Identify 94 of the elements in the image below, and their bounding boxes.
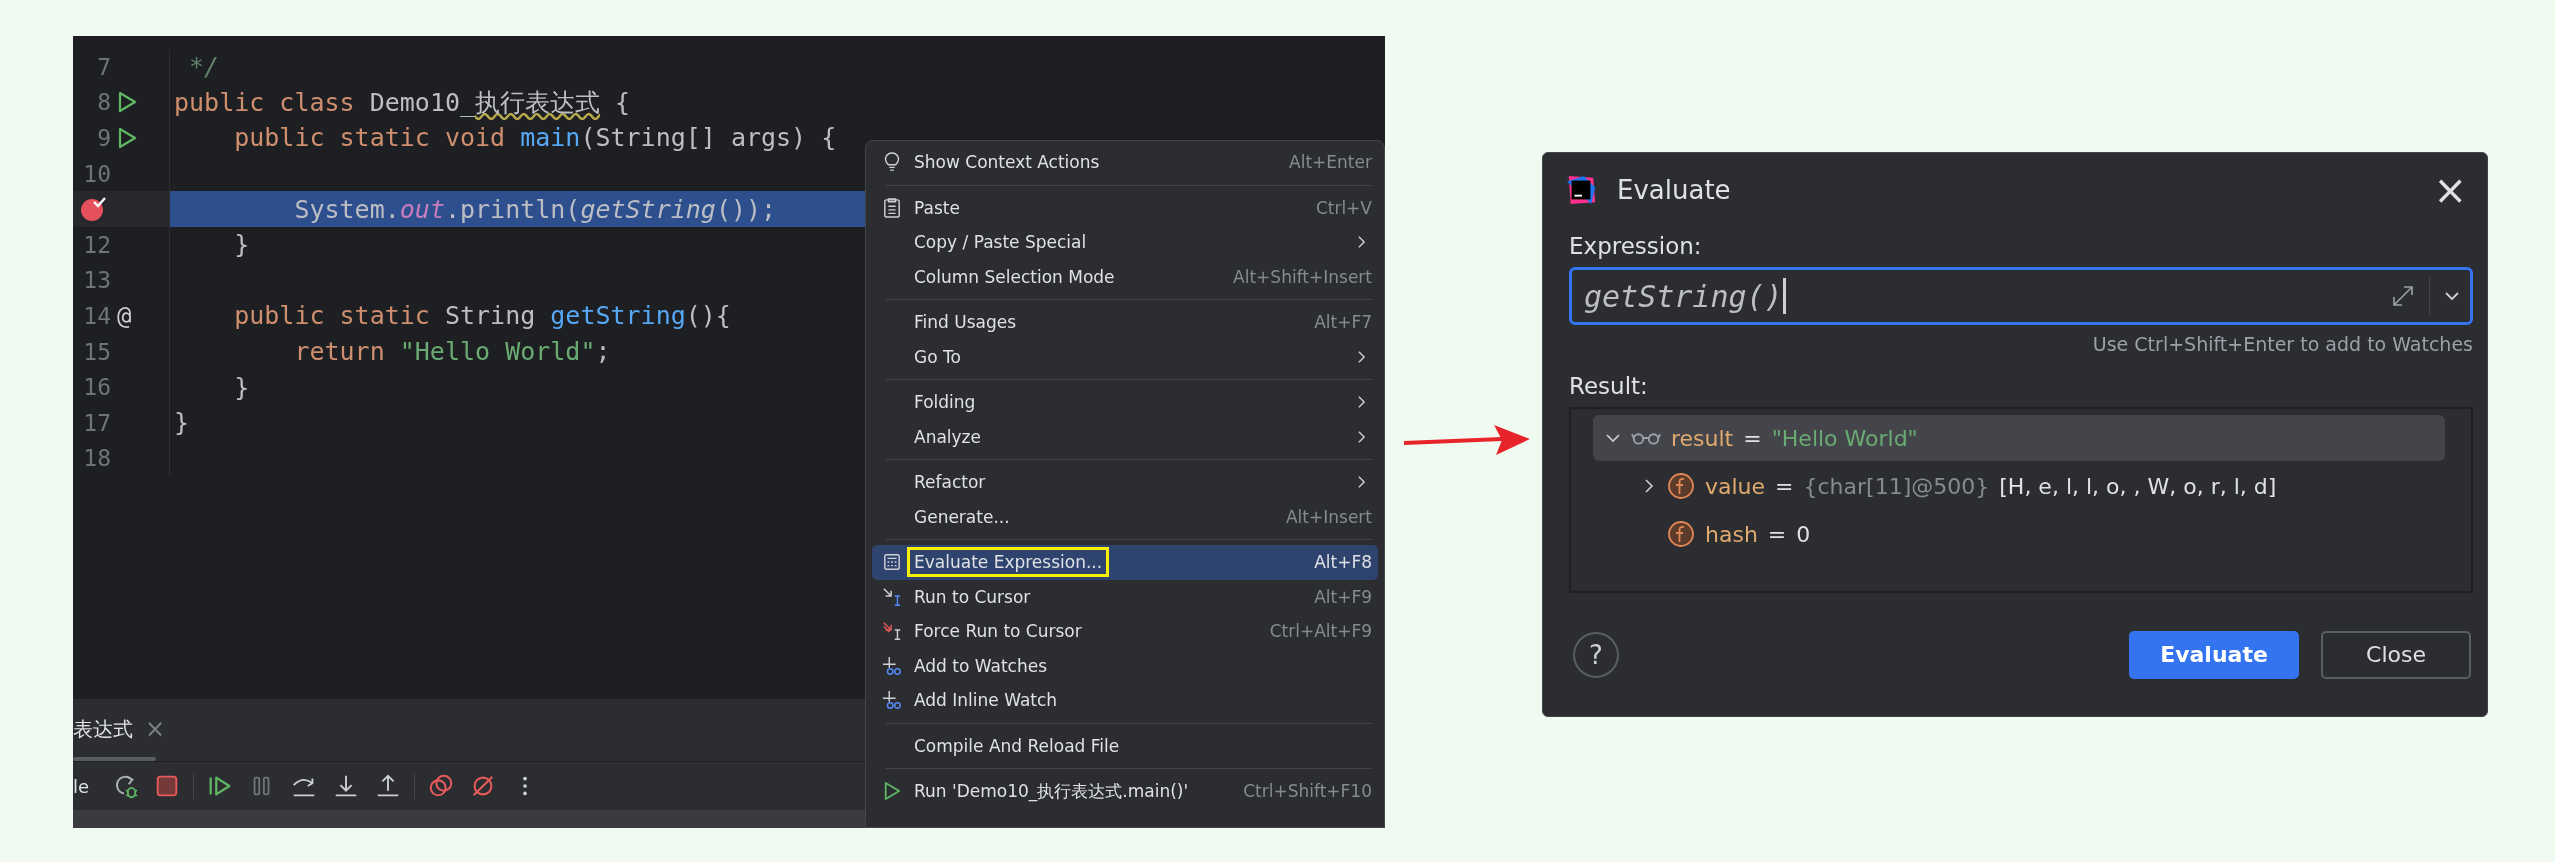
line-number: 15 <box>82 338 111 365</box>
line-number: 8 <box>96 89 111 116</box>
calculator-icon <box>883 553 901 572</box>
menu-item[interactable]: Add Inline Watch <box>872 683 1378 718</box>
menu-item[interactable]: Generate... Alt+Insert <box>872 499 1378 534</box>
code-text: Demo10_ <box>368 87 476 117</box>
line-number: 7 <box>96 53 111 80</box>
menu-item[interactable]: Refactor <box>872 465 1378 500</box>
line-number: 10 <box>82 160 111 187</box>
menu-item[interactable]: Run 'Demo10_执行表达式.main()' Ctrl+Shift+F10 <box>872 774 1378 809</box>
tree-row[interactable]: hash = 0 <box>1593 511 2445 557</box>
override-marker[interactable]: @ <box>117 301 132 330</box>
close-button[interactable]: × <box>2433 170 2467 210</box>
code-keyword: class <box>278 87 355 117</box>
variable-name: value <box>1705 473 1766 499</box>
help-button[interactable]: ? <box>1573 631 1619 678</box>
tree-row[interactable]: value = {char[11]@500} [H, e, l, l, o, , W, o, r, l, d] <box>1593 463 2445 509</box>
variable-value: [H, e, l, l, o, , W, o, r, l, d] <box>1999 473 2277 499</box>
equals-sign: = <box>1767 521 1787 547</box>
add-watch-icon <box>882 655 902 676</box>
equals-sign: = <box>1775 473 1794 499</box>
clipboard-icon <box>883 196 901 219</box>
type-hint: {char[11]@500} <box>1803 473 1990 499</box>
code-text: (String[] args) { <box>580 123 837 153</box>
code-text: } <box>174 408 190 438</box>
variable-name: result <box>1671 425 1734 451</box>
code-text: String <box>443 301 537 331</box>
line-number: 12 <box>82 231 111 258</box>
code-comment: */ <box>188 52 220 82</box>
run-icon[interactable] <box>117 91 137 114</box>
dialog-title: Evaluate <box>1617 175 1732 205</box>
code-text: { <box>614 87 631 117</box>
variable-value: "Hello World" <box>1771 425 1918 451</box>
tab-label[interactable]: 表达式 <box>73 715 133 743</box>
line-number: 17 <box>82 409 111 436</box>
app-logo-icon <box>1565 174 1597 206</box>
menu-item[interactable]: Find Usages Alt+F7 <box>872 305 1378 340</box>
code-keyword: return <box>293 337 385 367</box>
menu-item[interactable]: Force Run to Cursor Ctrl+Alt+F9 <box>872 614 1378 649</box>
force-run-to-cursor-icon <box>882 621 902 642</box>
variable-value: 0 <box>1796 521 1811 547</box>
code-keyword: public <box>174 87 265 117</box>
close-text-button[interactable]: Close <box>2321 630 2471 679</box>
expression-label: Expression: <box>1569 233 1703 259</box>
expression-field[interactable]: getString() <box>1569 267 2473 325</box>
code-text: System. <box>293 194 400 224</box>
menu-item[interactable]: Analyze <box>872 419 1378 454</box>
menu-item[interactable]: Run to Cursor Alt+F9 <box>872 579 1378 614</box>
run-icon[interactable] <box>117 127 137 149</box>
field-icon <box>1667 472 1695 500</box>
field-icon <box>1667 520 1695 548</box>
add-watch-icon <box>882 690 902 711</box>
line-number: 14 <box>82 302 111 329</box>
method-call: getString <box>580 194 716 224</box>
line-number: 13 <box>82 267 111 294</box>
evaluate-button[interactable]: Evaluate <box>2129 630 2299 679</box>
field-name: out <box>399 194 445 224</box>
glasses-icon <box>1631 430 1661 446</box>
result-label: Result: <box>1569 373 1649 399</box>
line-number: 16 <box>82 374 111 401</box>
console-tab[interactable]: le <box>73 775 90 797</box>
code-text: } <box>233 372 250 402</box>
variable-name: hash <box>1705 521 1758 547</box>
menu-item[interactable]: Go To <box>872 339 1378 374</box>
menu-item[interactable]: Copy / Paste Special <box>872 225 1378 260</box>
code-text: (){ <box>685 301 731 331</box>
code-text: .println( <box>444 194 581 224</box>
code-text: ()); <box>715 194 777 224</box>
menu-item[interactable]: Evaluate Expression... Alt+F8 <box>872 545 1378 580</box>
equals-sign: = <box>1743 425 1762 451</box>
class-name: 执行表达式 <box>475 86 601 119</box>
breakpoint-icon[interactable] <box>79 195 107 224</box>
run-to-cursor-icon <box>882 586 902 607</box>
tree-row[interactable]: result = "Hello World" <box>1593 415 2445 461</box>
method-name: main <box>519 123 581 153</box>
menu-item[interactable]: Add to Watches <box>872 648 1378 683</box>
run-icon <box>883 781 901 802</box>
code-text: } <box>233 230 250 260</box>
line-number: 9 <box>96 125 111 151</box>
lightbulb-icon <box>883 151 901 174</box>
menu-item[interactable]: Paste Ctrl+V <box>872 190 1378 225</box>
menu-item[interactable]: Compile And Reload File <box>872 728 1378 763</box>
string-literal: "Hello World" <box>398 337 596 367</box>
code-keyword: public static <box>233 301 430 331</box>
hint-text: Use Ctrl+Shift+Enter to add to Watches <box>2092 333 2473 355</box>
expand-icon[interactable] <box>2391 284 2415 308</box>
method-name: getString <box>550 301 686 331</box>
menu-item[interactable]: Folding <box>872 385 1378 420</box>
line-number: 18 <box>82 445 111 472</box>
code-text: ; <box>595 337 611 367</box>
code-keyword: public static void <box>233 123 506 153</box>
dropdown-icon[interactable] <box>2444 291 2460 301</box>
menu-item[interactable]: Show Context Actions Alt+Enter <box>872 145 1378 180</box>
menu-item[interactable]: Column Selection Mode Alt+Shift+Insert <box>872 259 1378 294</box>
